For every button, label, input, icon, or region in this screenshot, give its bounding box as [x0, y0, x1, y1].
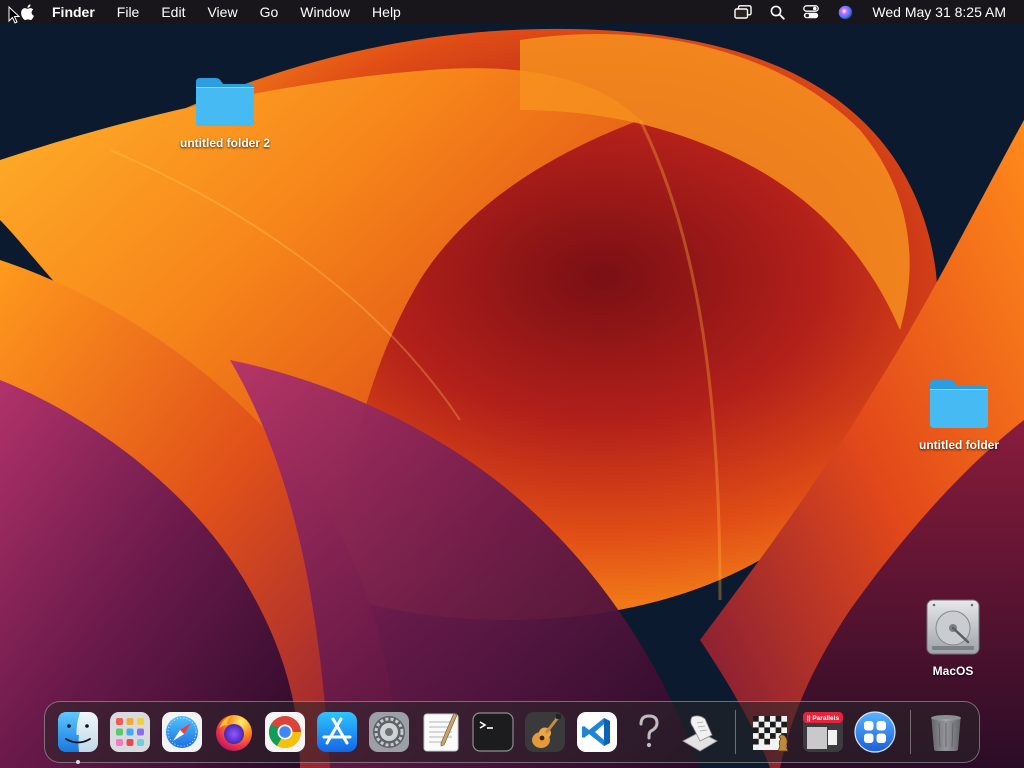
textedit-icon [423, 712, 459, 752]
firefox-icon [215, 715, 252, 751]
dock-item-chess[interactable] [747, 708, 795, 756]
dock-item-launchpad[interactable] [106, 708, 154, 756]
folder-icon [193, 70, 257, 128]
vscode-icon [576, 712, 617, 752]
parallels-icon: || Parallels [803, 712, 844, 752]
parallels-badge-text: || Parallels [807, 715, 840, 722]
menu-edit[interactable]: Edit [150, 0, 196, 24]
menu-view[interactable]: View [196, 0, 248, 24]
question-mark-icon [639, 714, 659, 748]
menu-bar-right: Wed May 31 8:25 AM [726, 0, 1024, 24]
menu-bar-left: Finder File Edit View Go Window Help [0, 0, 412, 24]
menu-bar: Finder File Edit View Go Window Help Wed… [0, 0, 1024, 24]
dock-item-app-store[interactable] [313, 708, 361, 756]
safari-icon [161, 712, 202, 752]
menu-file[interactable]: File [106, 0, 151, 24]
dock-item-trash[interactable] [922, 708, 970, 756]
app-store-icon [317, 712, 358, 752]
menu-app-name[interactable]: Finder [38, 0, 106, 24]
screen-mirroring-icon[interactable] [734, 4, 753, 20]
dock-separator [910, 710, 911, 754]
siri-icon[interactable] [836, 4, 854, 20]
dock-item-firefox[interactable] [210, 708, 258, 756]
menu-go[interactable]: Go [249, 0, 290, 24]
desktop-icon-label: untitled folder [919, 438, 999, 452]
mouse-pointer-icon [8, 6, 20, 24]
spotlight-search-icon[interactable] [768, 4, 786, 20]
finder-icon [57, 712, 98, 752]
dock-item-system-preferences[interactable] [365, 708, 413, 756]
dock-item-terminal[interactable] [469, 708, 517, 756]
system-preferences-icon [369, 712, 410, 752]
menu-window[interactable]: Window [289, 0, 361, 24]
chess-icon [753, 716, 789, 752]
chrome-icon [265, 712, 306, 752]
menu-bar-clock[interactable]: Wed May 31 8:25 AM [872, 4, 1006, 20]
dock-item-textedit[interactable] [417, 708, 465, 756]
hard-drive-icon [921, 598, 985, 656]
dock-item-finder[interactable] [54, 708, 102, 764]
trash-icon [930, 715, 961, 751]
running-indicator [76, 760, 80, 764]
dock: || Parallels [44, 701, 980, 764]
dock-item-script-editor[interactable] [677, 708, 725, 756]
launchpad-icon [109, 712, 150, 752]
dock-item-parallels-apps[interactable] [851, 708, 899, 756]
dock-item-garageband[interactable] [521, 708, 569, 756]
dock-item-vscode[interactable] [573, 708, 621, 756]
menu-help[interactable]: Help [361, 0, 412, 24]
garageband-icon [524, 712, 565, 752]
terminal-icon [472, 712, 514, 752]
desktop-icon-macos-drive[interactable]: MacOS [898, 598, 1008, 678]
desktop-icon-label: untitled folder 2 [180, 136, 270, 150]
dock-separator [735, 710, 737, 754]
dock-item-safari[interactable] [158, 708, 206, 756]
desktop-wallpaper [0, 0, 1024, 768]
dock-item-unknown-app[interactable] [625, 708, 673, 756]
apps-grid-icon [854, 711, 896, 753]
dock-item-chrome[interactable] [262, 708, 310, 756]
desktop-icon-untitled-folder[interactable]: untitled folder [904, 372, 1014, 452]
control-center-icon[interactable] [802, 4, 820, 20]
desktop-icon-label: MacOS [932, 664, 974, 678]
script-editor-icon [682, 715, 719, 752]
dock-item-parallels[interactable]: || Parallels [799, 708, 847, 756]
desktop-icon-untitled-folder-2[interactable]: untitled folder 2 [170, 70, 280, 150]
folder-icon [927, 372, 991, 430]
